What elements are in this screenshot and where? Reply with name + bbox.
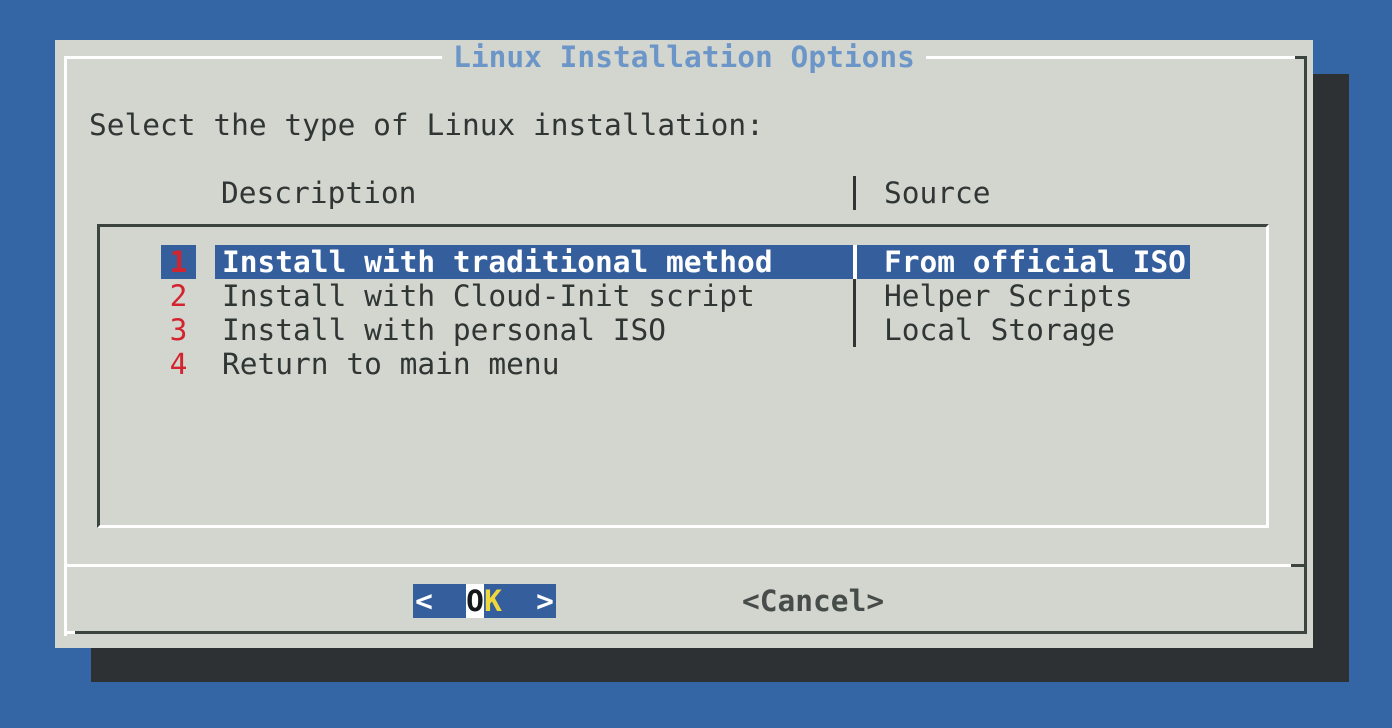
column-header-description: Description [221, 176, 416, 210]
button-separator-end [1291, 564, 1307, 567]
column-separator [853, 313, 856, 347]
ok-button[interactable]: < O K > [413, 584, 556, 618]
button-separator-line [64, 564, 1291, 567]
button-row: < O K > <Cancel> [55, 584, 1313, 618]
column-separator [853, 176, 856, 210]
menu-item-description: Install with traditional method [222, 245, 773, 279]
menu-item-description: Install with personal ISO [222, 313, 666, 347]
menu-item-cloud-init[interactable]: 2 Install with Cloud-Init script Helper … [55, 279, 1313, 313]
ok-button-hotkey-letter: K [484, 584, 502, 618]
menu-item-personal-iso[interactable]: 3 Install with personal ISO Local Storag… [55, 313, 1313, 347]
menu-item-return-main-menu[interactable]: 4 Return to main menu [55, 347, 1313, 381]
column-separator [853, 279, 856, 313]
column-header-source: Source [884, 176, 991, 210]
dialog-window: Linux Installation Options Select the ty… [55, 40, 1313, 648]
menu-item-description: Return to main menu [222, 347, 559, 381]
menu-item-number: 4 [161, 347, 196, 381]
border-bottom-line [75, 631, 1307, 634]
menu-item-description: Install with Cloud-Init script [222, 279, 755, 313]
cancel-button[interactable]: <Cancel> [742, 584, 884, 618]
border-bottom-left-corner [64, 631, 75, 634]
menu-item-number: 1 [161, 245, 196, 279]
menu-item-number: 2 [161, 279, 196, 313]
menu-item-source: From official ISO [884, 245, 1186, 279]
menu-item-number: 3 [161, 313, 196, 347]
ok-button-open-bracket: < [415, 584, 433, 618]
menu-item-traditional[interactable]: 1 Install with traditional method From o… [55, 245, 1313, 279]
ok-button-cursor-letter: O [466, 584, 484, 618]
dialog-title: Linux Installation Options [442, 40, 926, 74]
menu-item-source: Helper Scripts [884, 279, 1133, 313]
menu-item-source: Local Storage [884, 313, 1115, 347]
prompt-text: Select the type of Linux installation: [89, 108, 764, 142]
ok-button-close-bracket: > [536, 584, 554, 618]
